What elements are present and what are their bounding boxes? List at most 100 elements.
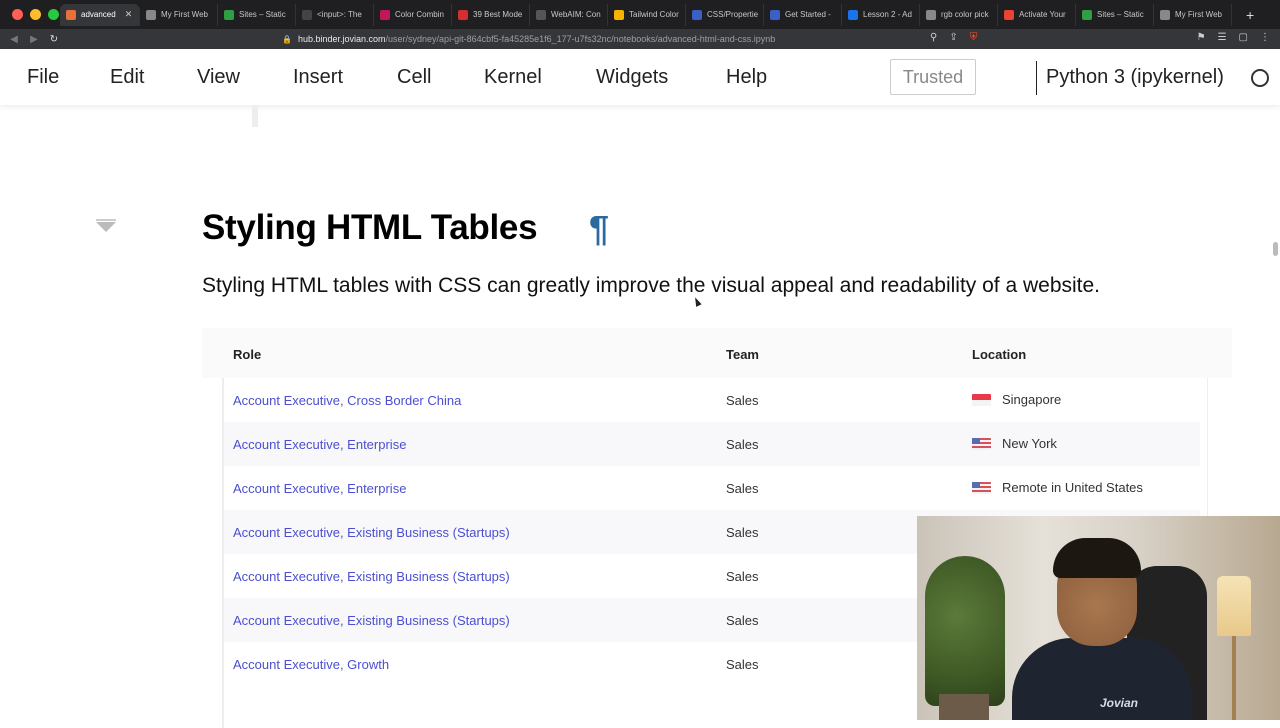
browser-tab[interactable]: 39 Best Mode xyxy=(452,3,530,26)
tab-title: Activate Your xyxy=(1019,10,1066,19)
menu-icon[interactable]: ⋮ xyxy=(1260,32,1270,43)
menu-widgets[interactable]: Widgets xyxy=(596,66,668,89)
window-controls xyxy=(0,9,60,20)
table-header: Role Team Location xyxy=(202,328,1232,378)
menu-insert[interactable]: Insert xyxy=(293,66,343,89)
back-icon[interactable]: ◀ xyxy=(4,34,24,45)
team-cell: Sales xyxy=(726,481,759,496)
tab-favicon-icon xyxy=(380,9,390,20)
lock-icon: 🔒 xyxy=(282,34,292,44)
browser-tab[interactable]: WebAIM: Con xyxy=(530,3,608,26)
us-flag-icon xyxy=(972,437,991,450)
share-icon[interactable]: ⇪ xyxy=(949,32,957,43)
forward-icon[interactable]: ▶ xyxy=(24,34,44,45)
table-row: Account Executive, Enterprise Sales New Yo… xyxy=(224,422,1200,466)
page-scrollbar[interactable] xyxy=(1273,242,1278,256)
role-link[interactable]: Account Executive, Enterprise xyxy=(233,437,406,452)
browser-tab[interactable]: Tailwind Color xyxy=(608,3,686,26)
zoom-icon[interactable]: ⚲ xyxy=(930,32,937,43)
browser-tab[interactable]: rgb color pick xyxy=(920,3,998,26)
browser-tab[interactable]: Get Started - xyxy=(764,3,842,26)
browser-tab[interactable]: Lesson 2 - Ad xyxy=(842,3,920,26)
role-link[interactable]: Account Executive, Existing Business (St… xyxy=(233,569,510,584)
browser-tab[interactable]: My First Web xyxy=(1154,3,1232,26)
browser-tab[interactable]: advanced ✕ xyxy=(60,3,140,26)
team-cell: Sales xyxy=(726,393,759,408)
kernel-divider xyxy=(1036,61,1037,95)
close-window-button[interactable] xyxy=(12,9,23,20)
browser-tab[interactable]: My First Web xyxy=(140,3,218,26)
tab-favicon-icon xyxy=(146,9,156,20)
presenter-hair xyxy=(1053,538,1141,578)
kernel-name[interactable]: Python 3 (ipykernel) xyxy=(1046,66,1224,89)
minimize-window-button[interactable] xyxy=(30,9,41,20)
role-link[interactable]: Account Executive, Growth xyxy=(233,657,389,672)
collapse-heading-icon[interactable] xyxy=(96,219,116,232)
webcam-overlay: Jovian xyxy=(917,516,1280,720)
maximize-window-button[interactable] xyxy=(48,9,59,20)
menu-edit[interactable]: Edit xyxy=(110,66,144,89)
tab-title: My First Web xyxy=(161,10,208,19)
column-header-location: Location xyxy=(972,347,1027,362)
location-cell: Singapore xyxy=(972,392,1061,407)
team-cell: Sales xyxy=(726,613,759,628)
url-path: /user/sydney/api-git-864cbf5-fa45285e1f6… xyxy=(385,34,776,44)
lamp-image xyxy=(1217,576,1251,636)
tab-favicon-icon xyxy=(614,9,624,20)
location-text: New York xyxy=(1002,436,1057,451)
tab-title: Color Combin xyxy=(395,10,444,19)
trusted-button[interactable]: Trusted xyxy=(890,59,976,95)
role-link[interactable]: Account Executive, Existing Business (St… xyxy=(233,525,510,540)
tab-title: Sites – Static xyxy=(1097,10,1144,19)
role-link[interactable]: Account Executive, Enterprise xyxy=(233,481,406,496)
tab-favicon-icon xyxy=(848,9,858,20)
browser-tab[interactable]: CSS/Propertie xyxy=(686,3,764,26)
address-bar: ◀ ▶ ↻ 🔒 hub.binder.jovian.com/user/sydne… xyxy=(0,29,1280,49)
browser-tab[interactable]: <input>: The xyxy=(296,3,374,26)
tab-title: Tailwind Color xyxy=(629,10,679,19)
anchor-link-icon[interactable]: ¶ xyxy=(589,208,609,250)
browser-tab[interactable]: Sites – Static xyxy=(1076,3,1154,26)
section-heading: Styling HTML Tables xyxy=(202,208,538,247)
plant-image xyxy=(925,556,1005,706)
url-host: hub.binder.jovian.com xyxy=(297,34,386,44)
tab-favicon-icon xyxy=(770,9,780,20)
url-field[interactable]: 🔒 hub.binder.jovian.com/user/sydney/api-… xyxy=(282,32,1002,46)
browser-tab[interactable]: Color Combin xyxy=(374,3,452,26)
brave-shield-icon[interactable]: ⛨ xyxy=(970,32,978,43)
tab-title: advanced xyxy=(81,10,116,19)
tab-title: Sites – Static xyxy=(239,10,286,19)
table-row: Account Executive, Cross Border China Sal… xyxy=(224,378,1200,422)
notebook-menubar: File Edit View Insert Cell Kernel Widget… xyxy=(0,49,1280,105)
table-right-border xyxy=(1207,378,1208,518)
browser-tab[interactable]: Sites – Static xyxy=(218,3,296,26)
menu-help[interactable]: Help xyxy=(726,66,767,89)
tab-title: rgb color pick xyxy=(941,10,989,19)
menu-cell[interactable]: Cell xyxy=(397,66,431,89)
menu-view[interactable]: View xyxy=(197,66,240,89)
new-tab-button[interactable]: + xyxy=(1246,7,1254,23)
extensions-icon[interactable]: ⚑ xyxy=(1197,32,1206,43)
role-link[interactable]: Account Executive, Existing Business (St… xyxy=(233,613,510,628)
tab-title: WebAIM: Con xyxy=(551,10,601,19)
tab-favicon-icon xyxy=(458,9,468,20)
lamp-pole-image xyxy=(1232,636,1236,720)
tab-favicon-icon xyxy=(302,9,312,20)
tab-favicon-icon xyxy=(536,9,546,20)
tab-close-icon[interactable]: ✕ xyxy=(125,9,133,20)
menu-kernel[interactable]: Kernel xyxy=(484,66,542,89)
tab-title: 39 Best Mode xyxy=(473,10,523,19)
browser-tab[interactable]: Activate Your xyxy=(998,3,1076,26)
tab-favicon-icon xyxy=(1082,9,1092,20)
team-cell: Sales xyxy=(726,437,759,452)
tab-title: Lesson 2 - Ad xyxy=(863,10,912,19)
reload-icon[interactable]: ↻ xyxy=(44,34,64,45)
tab-strip: advanced ✕ My First Web Sites – Static <inpu… xyxy=(60,0,1232,29)
playlist-icon[interactable]: ☰ xyxy=(1218,32,1227,43)
menu-file[interactable]: File xyxy=(27,66,59,89)
previous-cell-edge xyxy=(252,105,258,127)
role-link[interactable]: Account Executive, Cross Border China xyxy=(233,393,461,408)
wallet-icon[interactable]: ▢ xyxy=(1239,32,1248,43)
location-text: Singapore xyxy=(1002,392,1062,407)
tab-favicon-icon xyxy=(926,9,936,20)
